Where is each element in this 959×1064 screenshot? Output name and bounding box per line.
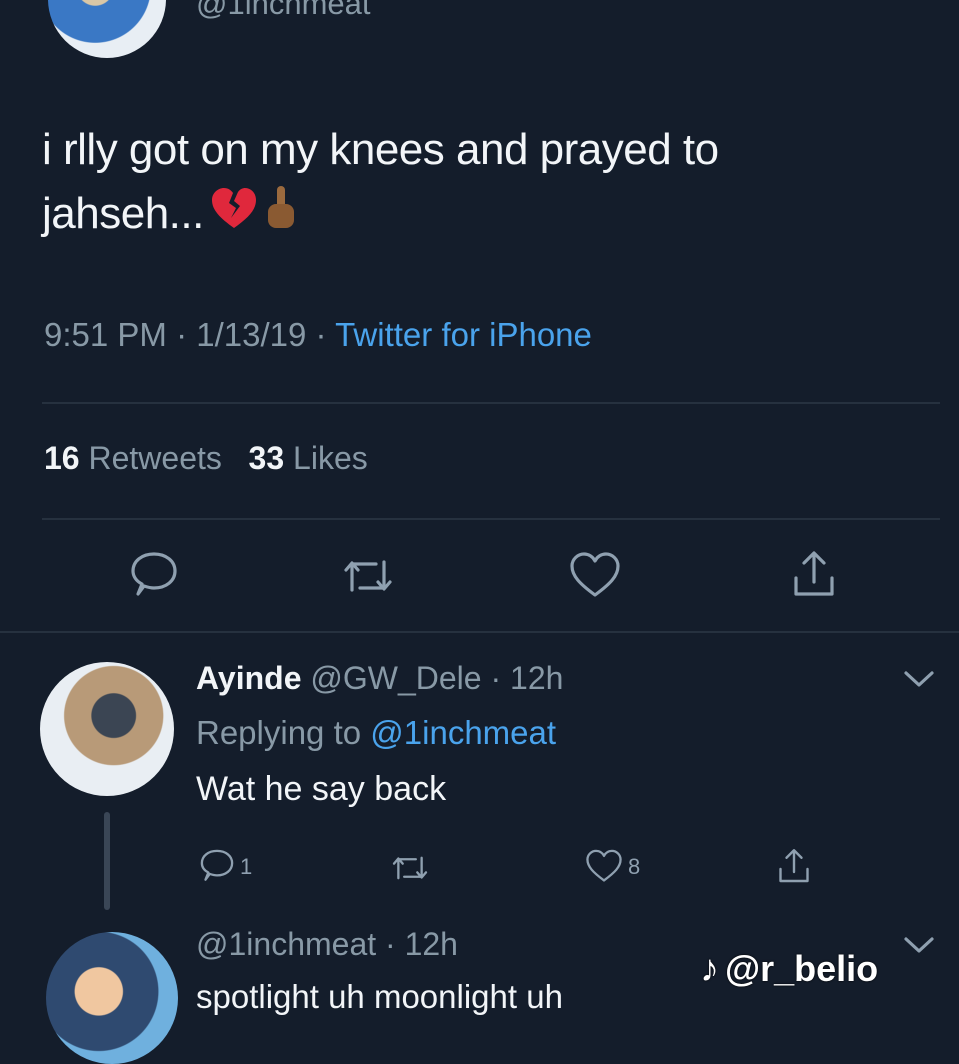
reply-text: Wat he say back xyxy=(196,770,447,808)
reply-header: Ayinde @GW_Dele · 12h xyxy=(196,660,563,697)
likes-stat[interactable]: 33 Likes xyxy=(249,440,368,476)
share-icon[interactable] xyxy=(776,846,812,886)
tweet-time: 9:51 PM xyxy=(44,316,167,353)
replying-label: Replying to xyxy=(196,714,362,751)
like-count: 8 xyxy=(628,854,641,879)
like-icon[interactable] xyxy=(584,848,624,884)
divider xyxy=(42,518,940,520)
meta-separator: · xyxy=(481,660,511,696)
reply-count: 1 xyxy=(240,854,253,879)
meta-separator: · xyxy=(315,316,336,353)
retweets-stat[interactable]: 16 Retweets xyxy=(44,440,222,476)
reply-header: @1inchmeat · 12h xyxy=(196,926,458,963)
reply-text: spotlight uh moonlight uh xyxy=(196,978,563,1015)
reply-author-avatar[interactable] xyxy=(40,662,174,796)
tiktok-watermark: ♪ @r_belio xyxy=(700,948,878,991)
tweet-author-handle[interactable]: @1inchmeat xyxy=(196,0,371,22)
thread-line xyxy=(104,812,110,910)
chevron-down-icon[interactable] xyxy=(902,934,936,956)
likes-count: 33 xyxy=(248,440,285,476)
share-icon[interactable] xyxy=(790,548,838,600)
reply-author-name[interactable]: Ayinde xyxy=(196,660,302,696)
replying-to: Replying to @1inchmeat xyxy=(196,714,556,752)
tweet-stats: 16 Retweets 33 Likes xyxy=(44,440,368,477)
tweet-source-link[interactable]: Twitter for iPhone xyxy=(335,316,592,353)
retweets-count: 16 xyxy=(44,440,80,476)
retweets-label: Retweets xyxy=(88,440,222,476)
reply-icon[interactable] xyxy=(198,848,236,884)
like-icon[interactable] xyxy=(568,550,622,600)
tiktok-logo-icon: ♪ xyxy=(700,948,719,990)
chevron-down-icon[interactable] xyxy=(902,668,936,690)
tweet-text-line-2-text: jahseh... xyxy=(42,189,204,238)
tweet-date: 1/13/19 xyxy=(196,316,307,353)
broken-heart-emoji xyxy=(210,184,258,248)
divider xyxy=(42,402,940,404)
watermark-handle: @r_belio xyxy=(725,948,879,989)
retweet-icon[interactable] xyxy=(388,852,432,884)
reply-author-handle[interactable]: @GW_Dele xyxy=(310,660,481,696)
pointing-up-emoji xyxy=(264,184,298,248)
likes-label: Likes xyxy=(293,440,368,476)
reply-age: 12h xyxy=(510,660,564,696)
meta-separator: · xyxy=(176,316,197,353)
retweet-icon[interactable] xyxy=(338,554,398,598)
tweet-text-line-1: i rlly got on my knees and prayed to xyxy=(42,125,719,174)
reply-age: 12h xyxy=(404,926,458,962)
tweet-text: i rlly got on my knees and prayed to jah… xyxy=(42,118,902,248)
tweet-text-line-2: jahseh... xyxy=(42,182,902,248)
tweet-meta: 9:51 PM · 1/13/19 · Twitter for iPhone xyxy=(44,316,592,354)
reply-author-avatar[interactable] xyxy=(46,932,178,1064)
meta-separator: · xyxy=(376,926,405,962)
reply-icon[interactable] xyxy=(128,550,180,600)
reply-author-handle[interactable]: @1inchmeat xyxy=(196,926,376,962)
tweet-author-avatar[interactable] xyxy=(48,0,166,58)
divider xyxy=(0,631,959,633)
replying-to-handle[interactable]: @1inchmeat xyxy=(370,714,556,751)
